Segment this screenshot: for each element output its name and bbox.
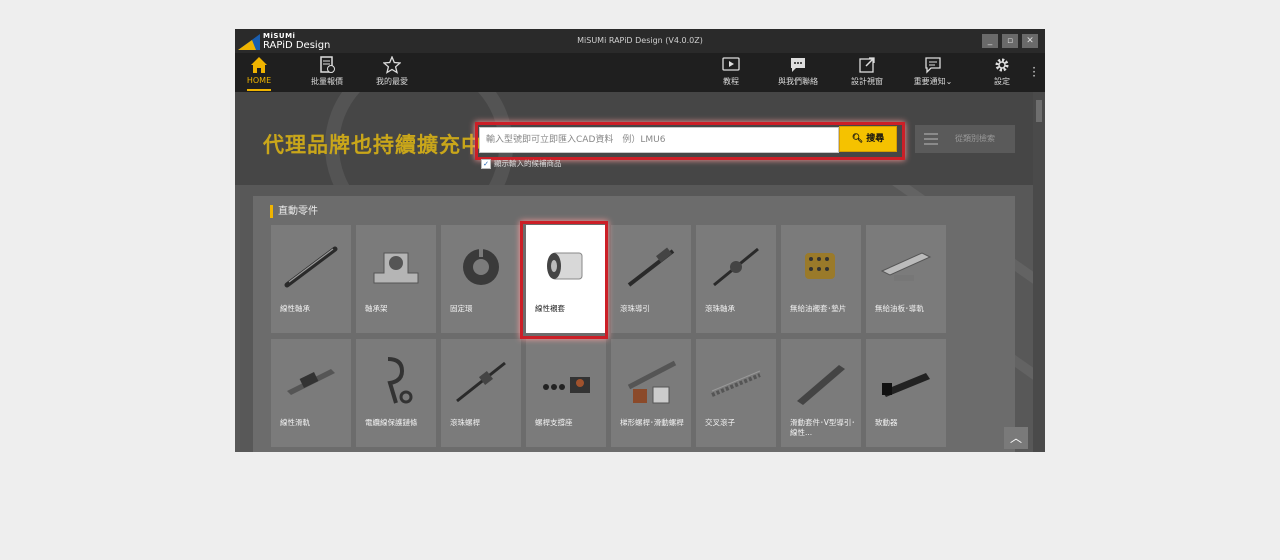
close-button[interactable]: ✕ — [1022, 34, 1038, 48]
product-tile[interactable]: 梯形螺桿･滑動螺桿 — [611, 339, 691, 447]
cross-roller-icon — [711, 370, 761, 397]
section-title: 直動零件 — [270, 205, 318, 218]
product-tile[interactable]: 滾珠軸承 — [696, 225, 776, 333]
product-content-area: 直動零件 線性軸承 軸承架 固定環 線性襯套 滾珠導引 滾珠軸承 無給油襯套･墊… — [235, 185, 1033, 452]
product-label: 軸承架 — [365, 304, 388, 313]
product-tile[interactable]: 滾珠螺桿 — [441, 339, 521, 447]
hero-headline: 代理品牌也持續擴充中 — [263, 133, 483, 157]
maximize-button[interactable]: ▫ — [1002, 34, 1018, 48]
product-label: 線性滑軌 — [280, 418, 310, 427]
candidate-checkbox-label: 顯示輸入的候補商品 — [494, 159, 562, 168]
product-label: 電纜線保護鏈條 — [365, 418, 418, 427]
message-icon — [925, 57, 941, 74]
product-label: 交叉滾子 — [705, 418, 735, 427]
product-tile[interactable]: 滾珠導引 — [611, 225, 691, 333]
star-icon — [383, 56, 401, 74]
search-highlight-frame — [475, 122, 905, 160]
product-label: 固定環 — [450, 304, 473, 313]
ball-shaft-icon — [713, 247, 759, 287]
active-underline — [247, 89, 271, 91]
product-tile[interactable]: 固定環 — [441, 225, 521, 333]
toolbar-favorites[interactable]: 我的最愛 — [362, 56, 422, 87]
ball-guide-icon — [627, 247, 675, 287]
video-tutorial-icon — [722, 57, 740, 71]
toolbar-tutorial-label: 教程 — [723, 77, 739, 86]
menu-lines-icon — [924, 133, 938, 148]
hero-banner: 代理品牌也持續擴充中 🔍︎ 搜尋 ✓顯示輸入的候補商品 從類別檢索 — [235, 92, 1033, 185]
chevron-down-icon: ⌄ — [945, 77, 953, 86]
trapezoid-screw-icon — [627, 360, 677, 404]
product-label: 滾珠導引 — [620, 304, 650, 313]
home-icon — [251, 57, 267, 73]
app-window: MiSUMi RAPiD Design MiSUMi RAPiD Design … — [235, 29, 1045, 452]
product-label: 線性軸承 — [280, 304, 310, 313]
product-tile[interactable]: 無給油襯套･墊片 — [781, 225, 861, 333]
product-tile[interactable]: 致動器 — [866, 339, 946, 447]
chevron-up-icon: ︿ — [1009, 431, 1022, 445]
product-tile[interactable]: 滑動套件･V型導引･線性... — [781, 339, 861, 447]
screw-support-icon — [543, 377, 590, 393]
product-label: 無給油襯套･墊片 — [790, 304, 847, 313]
product-tile[interactable]: 無給油板･導軌 — [866, 225, 946, 333]
shaft-support-icon — [373, 252, 419, 284]
linear-guide-icon — [287, 369, 335, 395]
product-label: 致動器 — [875, 418, 898, 427]
category-search-button[interactable]: 從類別檢索 — [915, 125, 1015, 153]
external-link-icon — [859, 57, 875, 73]
actuator-icon — [882, 373, 930, 397]
toolbar-design-report-label: 設計視窗 — [851, 77, 883, 86]
toolbar-favorites-label: 我的最愛 — [376, 77, 408, 86]
chat-icon — [791, 58, 805, 72]
product-tile[interactable]: 線性滑軌 — [271, 339, 351, 447]
selected-product-highlight-frame — [520, 221, 608, 339]
scrollbar-thumb[interactable] — [1036, 100, 1042, 122]
product-tile[interactable]: 軸承架 — [356, 225, 436, 333]
more-menu-icon[interactable]: · · · — [1031, 62, 1037, 82]
window-title: MiSUMi RAPiD Design (V4.0.0Z) — [577, 36, 703, 45]
oilless-bushing-icon — [805, 253, 835, 279]
product-tile[interactable]: 交叉滾子 — [696, 339, 776, 447]
checkbox-checked-icon[interactable]: ✓ — [481, 159, 491, 169]
toolbar-tutorial[interactable]: 教程 — [701, 56, 761, 87]
product-tile[interactable]: 螺桿支撐座 — [526, 339, 606, 447]
toolbar-home-label: HOME — [246, 76, 272, 85]
oilless-plate-icon — [880, 252, 932, 281]
toolbar-notifications[interactable]: 重要通知⌄ — [903, 56, 963, 87]
linear-shaft-icon — [284, 246, 338, 288]
main-toolbar: HOME 批量報價 我的最愛 教程 與我們聯絡 設計視窗 重要通知⌄ 設定 · … — [235, 53, 1045, 92]
gear-icon — [995, 58, 1009, 72]
product-tile[interactable]: 線性軸承 — [271, 225, 351, 333]
toolbar-contact-label: 與我們聯絡 — [778, 77, 818, 86]
minimize-button[interactable]: _ — [982, 34, 998, 48]
toolbar-notifications-label: 重要通知 — [913, 77, 946, 86]
product-label: 滾珠螺桿 — [450, 418, 480, 427]
toolbar-settings[interactable]: 設定 — [972, 56, 1032, 87]
product-panel: 直動零件 線性軸承 軸承架 固定環 線性襯套 滾珠導引 滾珠軸承 無給油襯套･墊… — [253, 196, 1015, 452]
product-label: 螺桿支撐座 — [535, 418, 573, 427]
title-bar: MiSUMi RAPiD Design MiSUMi RAPiD Design … — [235, 29, 1045, 53]
product-tile[interactable]: 電纜線保護鏈條 — [356, 339, 436, 447]
vertical-scrollbar[interactable] — [1033, 92, 1045, 452]
quote-document-icon — [320, 56, 335, 73]
product-label: 梯形螺桿･滑動螺桿 — [620, 418, 684, 427]
category-search-label: 從類別檢索 — [955, 134, 995, 143]
toolbar-batch-quote[interactable]: 批量報價 — [297, 56, 357, 87]
product-label: 無給油板･導軌 — [875, 304, 924, 313]
slide-unit-icon — [797, 365, 845, 405]
toolbar-contact[interactable]: 與我們聯絡 — [768, 56, 828, 87]
ball-screw-icon — [456, 361, 506, 403]
toolbar-batch-quote-label: 批量報價 — [311, 77, 343, 86]
collar-icon — [463, 247, 499, 285]
toolbar-home[interactable]: HOME — [235, 56, 289, 91]
toolbar-design-report[interactable]: 設計視窗 — [837, 56, 897, 87]
candidate-checkbox-row[interactable]: ✓ 顯示輸入的候補商品 — [481, 159, 562, 169]
toolbar-settings-label: 設定 — [994, 77, 1010, 86]
product-label: 滑動套件･V型導引･線性... — [790, 418, 856, 437]
scroll-to-top-button[interactable]: ︿ — [1004, 427, 1028, 449]
product-label: 滾珠軸承 — [705, 304, 735, 313]
cable-chain-icon — [387, 357, 413, 404]
